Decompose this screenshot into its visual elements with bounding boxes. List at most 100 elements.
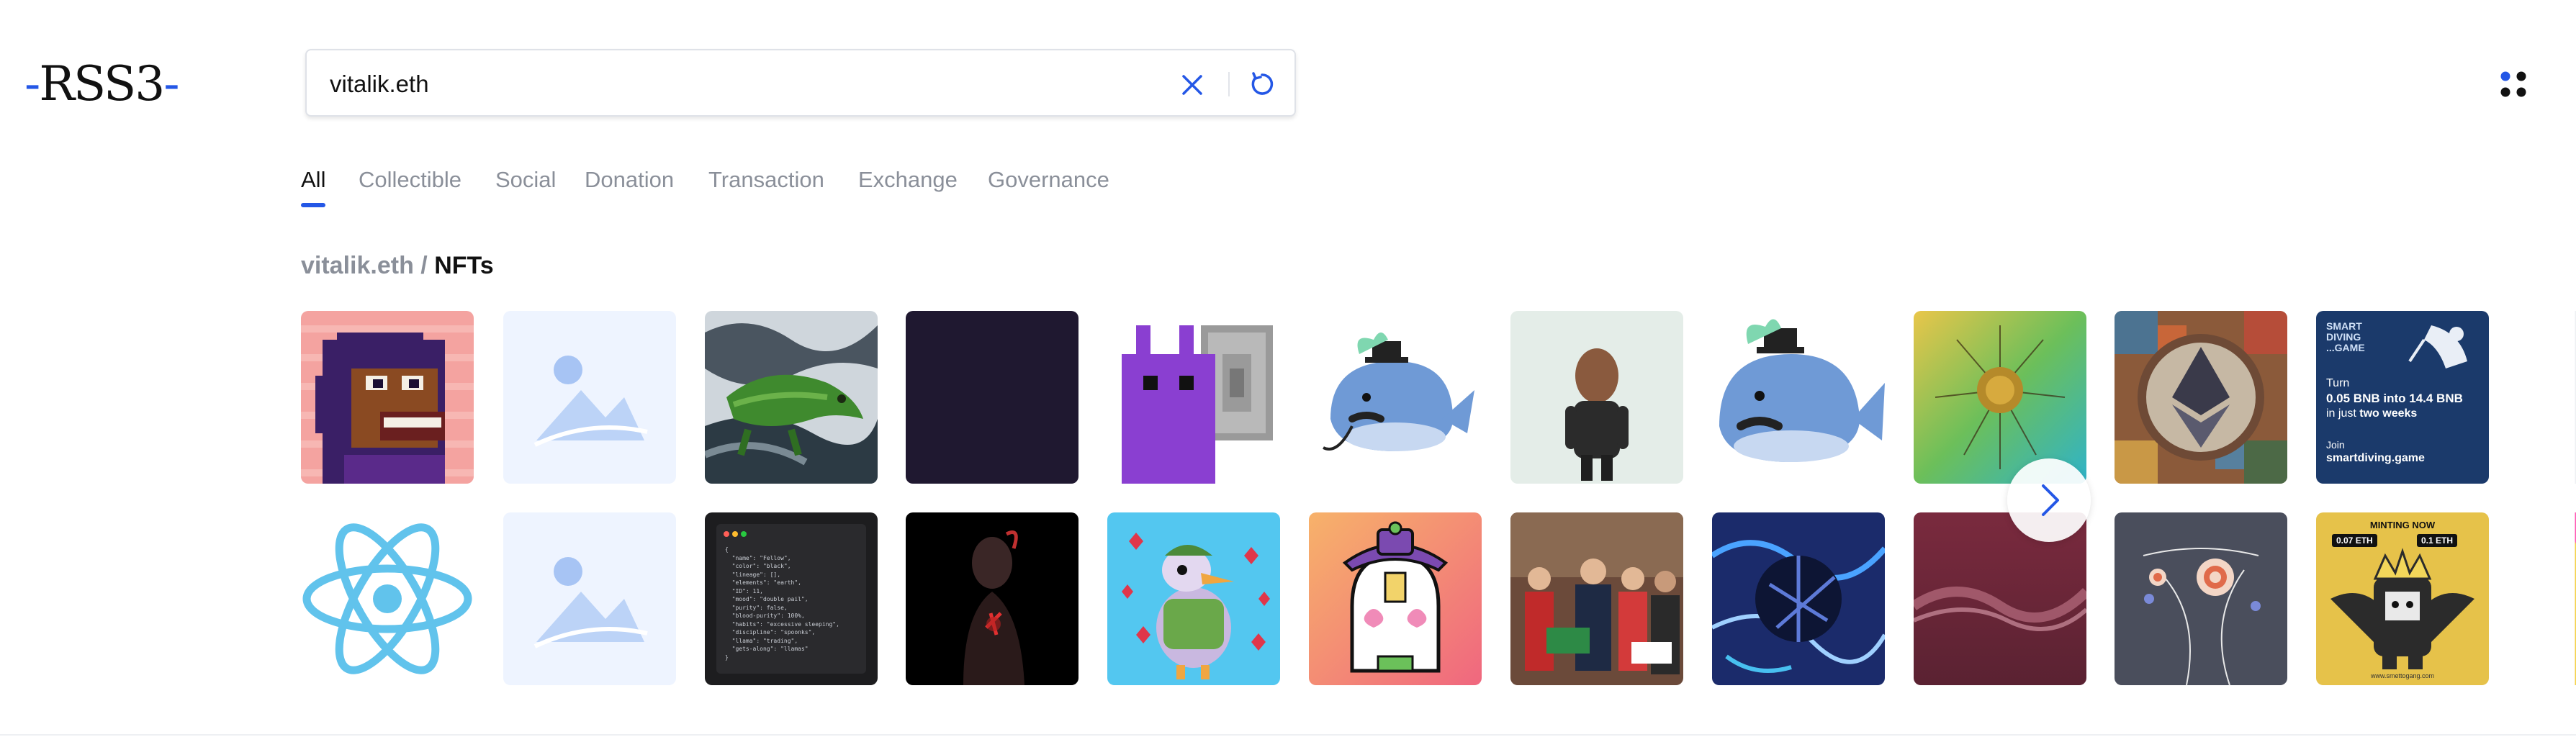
ad-turn: Turn xyxy=(2326,377,2350,389)
nft-tile[interactable] xyxy=(705,311,878,484)
code-window: { "name": "Fellow", "color": "black", "l… xyxy=(716,524,866,674)
tab-social[interactable]: Social xyxy=(495,167,556,193)
code-line: "mood": "double pail", xyxy=(725,596,809,602)
minting-price-left: 0.07 ETH xyxy=(2332,534,2377,547)
breadcrumb-separator: / xyxy=(413,252,435,279)
bottom-divider xyxy=(0,734,2576,736)
minting-site: www.smettogang.com xyxy=(2370,672,2435,679)
code-line: "habits": "excessive sleeping", xyxy=(725,620,839,628)
bird-cartoon-image xyxy=(1107,512,1280,685)
image-placeholder-icon xyxy=(503,512,676,685)
carousel-next-button[interactable] xyxy=(2007,458,2091,542)
tab-donation[interactable]: Donation xyxy=(585,167,674,193)
search-input[interactable] xyxy=(328,65,1181,104)
abstract-blue-image xyxy=(1712,512,1885,685)
code-line: } xyxy=(725,654,729,661)
pixel-snail-image xyxy=(1107,311,1280,484)
nft-tile[interactable] xyxy=(906,311,1078,484)
minting-price-right: 0.1 ETH xyxy=(2417,534,2458,547)
code-line: "ID": 11, xyxy=(725,587,763,594)
nft-tile[interactable] xyxy=(1510,512,1683,685)
nft-tile[interactable] xyxy=(1914,311,2086,484)
abstract-urchin-image xyxy=(1914,311,2086,484)
nft-tile[interactable] xyxy=(1309,311,1482,484)
pixel-ape-image xyxy=(301,311,474,484)
ad-site: smartdiving.game xyxy=(2326,452,2425,464)
chevron-right-icon xyxy=(2042,484,2059,516)
refresh-icon xyxy=(1251,72,1274,95)
apps-grid-icon xyxy=(2500,71,2526,97)
nft-tile-placeholder[interactable] xyxy=(503,311,676,484)
ad-offer-line2: in just two weeks xyxy=(2326,407,2417,420)
ad-join: Join xyxy=(2326,439,2345,451)
code-line: "discipline": "spoonks", xyxy=(725,629,816,636)
dark-image xyxy=(906,311,1078,484)
ad-offer: 0.05 BNB into 14.4 BNB xyxy=(2326,392,2463,405)
whale-image xyxy=(1309,311,1482,484)
whale-image xyxy=(1712,311,1885,484)
ad-brand: SMART DIVING ...GAME xyxy=(2326,321,2365,353)
code-line: "name": "Fellow", xyxy=(725,554,791,561)
abstract-lines-image xyxy=(2115,512,2287,685)
code-line: "blood-purity": 100%, xyxy=(725,612,805,619)
nft-tile-placeholder[interactable] xyxy=(503,512,676,685)
breadcrumb-parent[interactable]: vitalik.eth xyxy=(301,252,414,279)
nft-tile-code[interactable]: { "name": "Fellow", "color": "black", "l… xyxy=(705,512,878,685)
window-zoom-dot xyxy=(741,531,747,537)
tab-all[interactable]: All xyxy=(301,167,326,207)
window-close-dot xyxy=(724,531,729,537)
code-text: { "name": "Fellow", "color": "black", "l… xyxy=(725,546,862,661)
nft-tile-partial[interactable] xyxy=(2518,311,2576,484)
clear-search-button[interactable] xyxy=(1178,71,1207,99)
nft-tile[interactable] xyxy=(1309,512,1482,685)
group-photo-image xyxy=(1510,512,1683,685)
code-line: "color": "black", xyxy=(725,563,791,569)
partial-colorful-image xyxy=(2575,512,2576,685)
nft-tile[interactable] xyxy=(301,512,474,685)
nft-tile[interactable] xyxy=(1107,311,1280,484)
close-icon xyxy=(1182,75,1202,95)
tab-governance[interactable]: Governance xyxy=(988,167,1109,193)
nft-tile[interactable] xyxy=(2115,311,2287,484)
ad-offer-prefix: in just xyxy=(2326,407,2360,420)
minting-header: MINTING NOW xyxy=(2369,520,2436,530)
window-minimize-dot xyxy=(732,531,738,537)
nft-tile-partial[interactable] xyxy=(2518,512,2576,685)
code-line: "purity": false, xyxy=(725,604,788,611)
tab-transaction[interactable]: Transaction xyxy=(708,167,824,193)
rss3-logo[interactable]: -RSS3- xyxy=(24,56,180,112)
search-box xyxy=(305,49,1296,117)
ad-brand-line1: SMART xyxy=(2326,320,2362,332)
code-line: "elements": "earth", xyxy=(725,579,801,586)
breadcrumb: vitalik.eth / NFTs xyxy=(301,252,494,280)
avatar-figure-image xyxy=(1510,311,1683,484)
nft-tile-minting[interactable]: MINTING NOW 0.07 ETH 0.1 ETH www.smettog… xyxy=(2316,512,2489,685)
iguana-image xyxy=(705,311,878,484)
nft-tile[interactable] xyxy=(301,311,474,484)
tab-collectible[interactable]: Collectible xyxy=(359,167,461,193)
ad-brand-line3: ...GAME xyxy=(2326,342,2365,353)
image-placeholder-icon xyxy=(503,311,676,484)
nft-tile[interactable] xyxy=(906,512,1078,685)
search-divider xyxy=(1228,72,1230,96)
dark-figure-image xyxy=(906,512,1078,685)
tab-exchange[interactable]: Exchange xyxy=(858,167,958,193)
code-line: "gets-along": "llamas" xyxy=(725,646,809,652)
ad-brand-line2: DIVING xyxy=(2326,331,2361,343)
code-line: "lineage": [], xyxy=(725,571,781,578)
nft-tile[interactable] xyxy=(1510,311,1683,484)
breadcrumb-current: NFTs xyxy=(434,252,494,279)
ad-offer-bold: two weeks xyxy=(2359,407,2418,420)
nft-tile[interactable] xyxy=(2115,512,2287,685)
partial-image xyxy=(2575,311,2576,484)
apps-menu-button[interactable] xyxy=(2500,71,2527,98)
ethereum-mosaic-image xyxy=(2115,311,2287,484)
nft-tile-smartdiving[interactable]: SMART DIVING ...GAME Turn 0.05 BNB into … xyxy=(2316,311,2489,484)
nft-tile[interactable] xyxy=(1107,512,1280,685)
refresh-button[interactable] xyxy=(1247,69,1277,99)
nft-tile[interactable] xyxy=(1712,512,1885,685)
logo-text: RSS3 xyxy=(39,56,165,112)
code-line: { xyxy=(725,546,729,553)
react-atom-icon xyxy=(301,512,474,685)
nft-tile[interactable] xyxy=(1712,311,1885,484)
